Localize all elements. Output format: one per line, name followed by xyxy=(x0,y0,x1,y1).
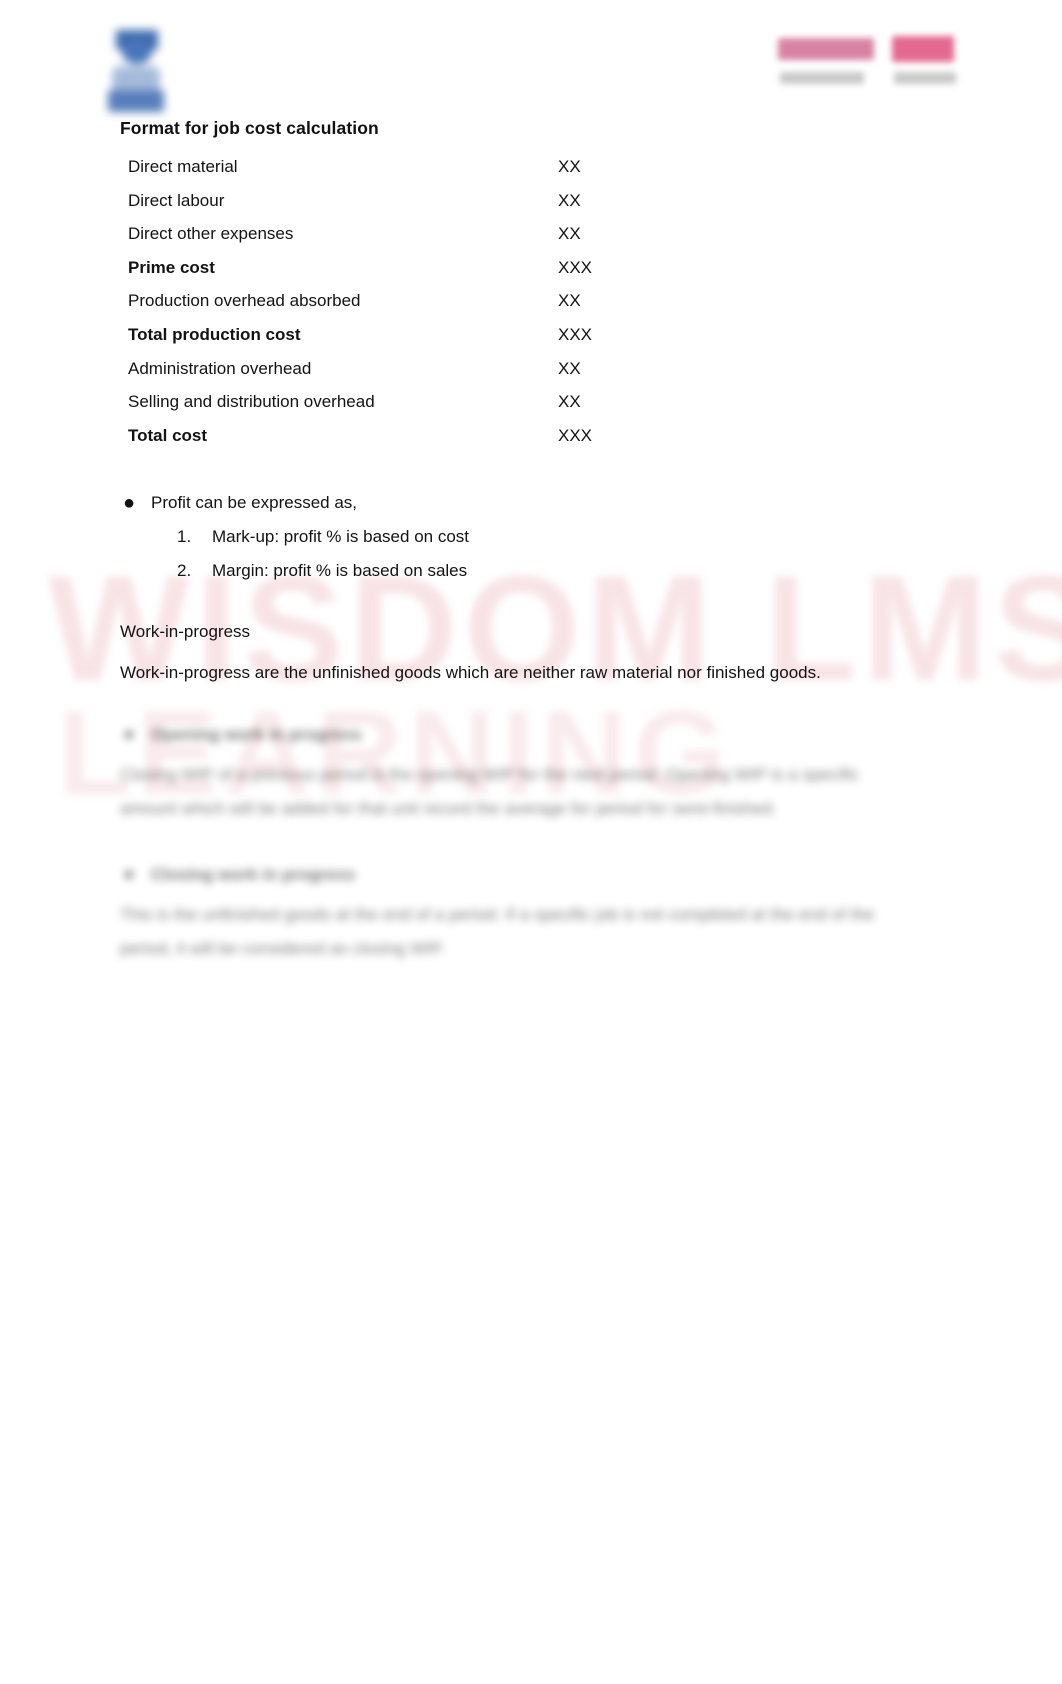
bullet-label: Profit can be expressed as, xyxy=(151,493,358,512)
list-marker: 1. xyxy=(177,527,192,546)
brand-logo-word-1 xyxy=(778,38,874,60)
cost-value: XX xyxy=(558,224,581,244)
locked-content: ● Opening work in progress Closing WIP o… xyxy=(120,718,920,998)
cost-label: Direct other expenses xyxy=(128,224,294,244)
locked-heading: Opening work in progress xyxy=(151,725,362,744)
locked-heading-row: ● Opening work in progress xyxy=(120,718,920,752)
table-row-total: Total cost XXX xyxy=(128,419,598,453)
locked-heading: Closing work in progress xyxy=(151,865,356,884)
cost-label: Total cost xyxy=(128,425,208,445)
list-item: ● Profit can be expressed as, xyxy=(120,486,740,520)
work-in-progress-section: Work-in-progress Work-in-progress are th… xyxy=(120,620,940,685)
page-title: Format for job cost calculation xyxy=(120,118,379,138)
section-paragraph: Work-in-progress are the unfinished good… xyxy=(120,663,821,682)
cost-value: XXX xyxy=(558,257,593,277)
cost-label: Production overhead absorbed xyxy=(128,291,361,311)
brand-logo-subtext-1 xyxy=(780,72,864,84)
cost-value: XX xyxy=(558,358,581,378)
bullet-icon: ● xyxy=(123,724,135,745)
cost-value: XX xyxy=(558,392,581,412)
list-item: 2. Margin: profit % is based on sales xyxy=(120,554,740,588)
cost-label: Total production cost xyxy=(128,324,301,344)
profit-section: ● Profit can be expressed as, 1. Mark-up… xyxy=(120,486,740,588)
locked-group: ● Closing work in progress This is the u… xyxy=(120,858,920,966)
cost-value: XX xyxy=(558,190,581,210)
locked-paragraph: This is the unfinished goods at the end … xyxy=(120,905,875,958)
table-row: Selling and distribution overhead XX xyxy=(128,385,598,419)
list-item-label: Mark-up: profit % is based on cost xyxy=(212,527,470,546)
cost-value: XX xyxy=(558,291,581,311)
job-cost-table: Direct material XX Direct labour XX Dire… xyxy=(128,150,598,452)
table-row: Administration overhead XX xyxy=(128,352,598,386)
document-page: WISDOM LMS LEARNING Format for job cost … xyxy=(0,0,1062,1684)
cost-value: XXX xyxy=(558,425,593,445)
brand-logo-subtext-2 xyxy=(894,72,956,84)
table-row-subtotal: Total production cost XXX xyxy=(128,318,598,352)
list-item: 1. Mark-up: profit % is based on cost xyxy=(120,520,740,554)
locked-heading-row: ● Closing work in progress xyxy=(120,858,920,892)
list-marker: 2. xyxy=(177,561,192,580)
cost-value: XX xyxy=(558,157,581,176)
cost-label: Selling and distribution overhead xyxy=(128,392,375,412)
table-row: Production overhead absorbed XX xyxy=(128,284,598,318)
table-row: Direct other expenses XX xyxy=(128,217,598,251)
list-item-label: Margin: profit % is based on sales xyxy=(212,561,468,580)
bullet-icon: ● xyxy=(122,492,136,514)
table-row-subtotal: Prime cost XXX xyxy=(128,251,598,285)
cost-label: Direct labour xyxy=(128,190,225,210)
cost-value: XXX xyxy=(558,324,593,344)
logo-head-shape xyxy=(122,40,152,64)
bullet-icon: ● xyxy=(123,864,135,885)
locked-group: ● Opening work in progress Closing WIP o… xyxy=(120,718,920,826)
logo-base-shape xyxy=(108,90,164,112)
institution-logo xyxy=(106,26,168,114)
locked-paragraph: Closing WIP of a previous period is the … xyxy=(120,765,859,818)
section-heading: Work-in-progress xyxy=(120,622,251,641)
cost-label: Prime cost xyxy=(128,257,215,277)
brand-logo xyxy=(774,32,964,94)
table-row: Direct labour XX xyxy=(128,184,598,218)
table-row: Direct material XX xyxy=(128,150,598,184)
cost-label: Administration overhead xyxy=(128,358,312,378)
brand-logo-word-2 xyxy=(892,36,954,62)
cost-label: Direct material xyxy=(128,157,238,176)
